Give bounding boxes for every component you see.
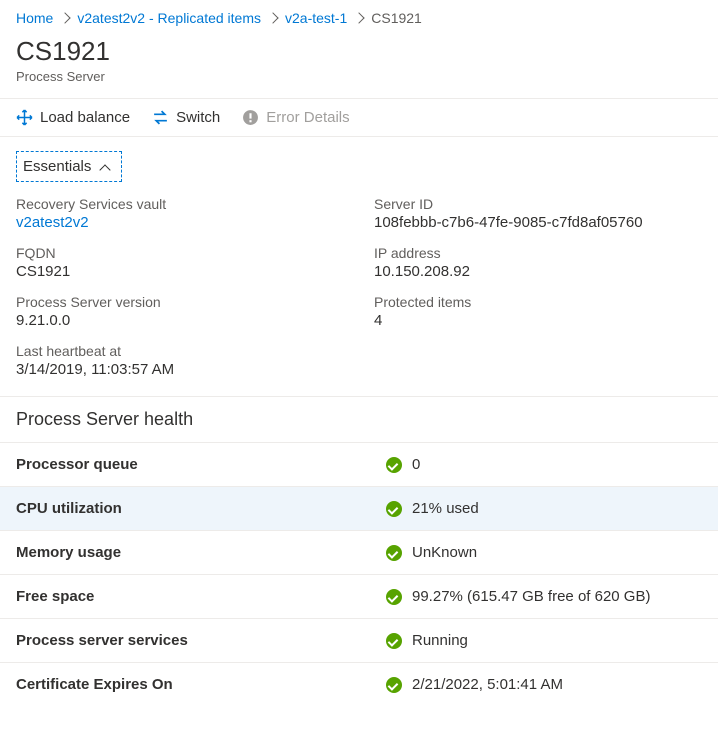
status-ok-icon — [386, 457, 402, 473]
essentials-toggle[interactable]: Essentials — [16, 151, 122, 182]
field-server-id: Server ID 108febbb-c7b6-47fe-9085-c7fd8a… — [374, 196, 702, 231]
field-value: 3/14/2019, 11:03:57 AM — [16, 361, 344, 378]
field-protected: Protected items 4 — [374, 294, 702, 329]
field-value: 10.150.208.92 — [374, 263, 702, 280]
breadcrumb-link-vault[interactable]: v2atest2v2 - Replicated items — [77, 10, 261, 26]
field-version: Process Server version 9.21.0.0 — [16, 294, 344, 329]
health-row[interactable]: Free space 99.27% (615.47 GB free of 620 … — [0, 574, 718, 618]
load-balance-icon — [16, 109, 33, 126]
health-row-value: 2/21/2022, 5:01:41 AM — [386, 676, 563, 693]
field-fqdn: FQDN CS1921 — [16, 245, 344, 280]
health-row-label: CPU utilization — [16, 500, 386, 517]
health-row[interactable]: Certificate Expires On 2/21/2022, 5:01:41… — [0, 662, 718, 706]
status-ok-icon — [386, 633, 402, 649]
breadcrumb-link-home[interactable]: Home — [16, 10, 53, 26]
health-row[interactable]: Memory usage UnKnown — [0, 530, 718, 574]
health-value-text: Running — [412, 632, 468, 649]
field-value: 9.21.0.0 — [16, 312, 344, 329]
field-value-link[interactable]: v2atest2v2 — [16, 214, 344, 231]
health-section-title: Process Server health — [0, 396, 718, 442]
switch-icon — [152, 109, 169, 126]
health-row-label: Free space — [16, 588, 386, 605]
health-row-value: 99.27% (615.47 GB free of 620 GB) — [386, 588, 650, 605]
chevron-up-icon — [100, 164, 111, 175]
essentials-label: Essentials — [23, 158, 91, 175]
health-row-label: Certificate Expires On — [16, 676, 386, 693]
field-ip: IP address 10.150.208.92 — [374, 245, 702, 280]
health-value-text: 0 — [412, 456, 420, 473]
breadcrumb-current: CS1921 — [371, 10, 422, 26]
field-label: Last heartbeat at — [16, 343, 344, 359]
field-label: FQDN — [16, 245, 344, 261]
switch-label: Switch — [176, 109, 220, 126]
field-value: 108febbb-c7b6-47fe-9085-c7fd8af05760 — [374, 214, 702, 231]
health-row[interactable]: Process server services Running — [0, 618, 718, 662]
field-label: Recovery Services vault — [16, 196, 344, 212]
field-label: IP address — [374, 245, 702, 261]
load-balance-button[interactable]: Load balance — [16, 109, 130, 126]
health-row-label: Process server services — [16, 632, 386, 649]
field-label: Protected items — [374, 294, 702, 310]
status-ok-icon — [386, 677, 402, 693]
health-row[interactable]: Processor queue 0 — [0, 442, 718, 486]
breadcrumb-link-test[interactable]: v2a-test-1 — [285, 10, 347, 26]
toolbar: Load balance Switch Error Details — [0, 98, 718, 137]
field-label: Process Server version — [16, 294, 344, 310]
page-subtitle: Process Server — [16, 69, 702, 84]
health-row[interactable]: CPU utilization 21% used — [0, 486, 718, 530]
health-row-value: 21% used — [386, 500, 479, 517]
health-value-text: 2/21/2022, 5:01:41 AM — [412, 676, 563, 693]
load-balance-label: Load balance — [40, 109, 130, 126]
status-ok-icon — [386, 589, 402, 605]
status-ok-icon — [386, 501, 402, 517]
health-value-text: UnKnown — [412, 544, 477, 561]
page-header: CS1921 Process Server — [0, 32, 718, 98]
chevron-right-icon — [355, 11, 363, 25]
chevron-right-icon — [61, 11, 69, 25]
error-icon — [242, 109, 259, 126]
health-value-text: 21% used — [412, 500, 479, 517]
health-row-label: Processor queue — [16, 456, 386, 473]
chevron-right-icon — [269, 11, 277, 25]
health-row-value: 0 — [386, 456, 420, 473]
health-row-label: Memory usage — [16, 544, 386, 561]
field-value: 4 — [374, 312, 702, 329]
essentials-panel: Recovery Services vault v2atest2v2 FQDN … — [0, 182, 718, 396]
field-heartbeat: Last heartbeat at 3/14/2019, 11:03:57 AM — [16, 343, 344, 378]
health-row-value: Running — [386, 632, 468, 649]
field-label: Server ID — [374, 196, 702, 212]
switch-button[interactable]: Switch — [152, 109, 220, 126]
error-details-label: Error Details — [266, 109, 349, 126]
status-ok-icon — [386, 545, 402, 561]
field-recovery-vault: Recovery Services vault v2atest2v2 — [16, 196, 344, 231]
error-details-button: Error Details — [242, 109, 349, 126]
health-value-text: 99.27% (615.47 GB free of 620 GB) — [412, 588, 650, 605]
page-title: CS1921 — [16, 36, 702, 67]
health-row-value: UnKnown — [386, 544, 477, 561]
breadcrumb: Home v2atest2v2 - Replicated items v2a-t… — [0, 0, 718, 32]
field-value: CS1921 — [16, 263, 344, 280]
